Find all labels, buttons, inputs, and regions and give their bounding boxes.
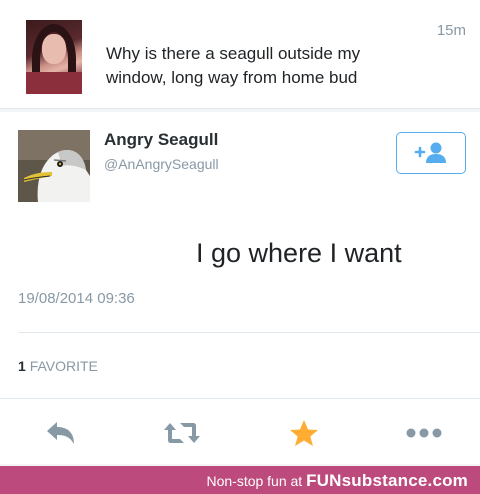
divider <box>0 398 480 399</box>
reply-tweet-time: 15m <box>436 22 466 39</box>
user-avatar[interactable] <box>26 20 82 94</box>
avatar-shirt <box>26 72 82 94</box>
footer-brand: FUNsubstance.com <box>306 471 468 490</box>
follow-button[interactable] <box>396 132 466 174</box>
tweet-timestamp: 19/08/2014 09:36 <box>18 290 135 307</box>
tweet-text: I go where I want <box>196 238 402 268</box>
display-name[interactable]: Angry Seagull <box>104 130 218 150</box>
reply-tweet-text: Why is there a seagull outside my window… <box>106 44 361 87</box>
divider <box>18 332 480 333</box>
retweet-icon <box>164 423 200 443</box>
favorite-count-label: FAVORITE <box>29 358 98 374</box>
reply-arrow-icon <box>47 422 74 444</box>
footer-text: Non-stop fun at FUNsubstance.com <box>206 471 468 491</box>
main-tweet: Angry Seagull @AnAngrySeagull I go where… <box>0 112 480 464</box>
favorite-button[interactable] <box>284 418 324 448</box>
seagull-icon <box>18 130 90 202</box>
user-handle[interactable]: @AnAngrySeagull <box>104 156 219 172</box>
retweet-button[interactable] <box>162 418 202 448</box>
favorites-count[interactable]: 1 FAVORITE <box>18 358 98 374</box>
more-button[interactable] <box>404 418 444 448</box>
add-user-icon <box>414 142 446 163</box>
reply-button[interactable] <box>40 418 80 448</box>
star-icon <box>290 420 318 446</box>
seagull-avatar[interactable] <box>18 130 90 202</box>
footer-tagline: Non-stop fun at <box>206 473 303 489</box>
watermark-footer: Non-stop fun at FUNsubstance.com <box>0 466 480 494</box>
more-dots-icon <box>406 428 442 438</box>
favorite-count-number: 1 <box>18 358 26 374</box>
reply-tweet[interactable]: Why is there a seagull outside my window… <box>0 0 480 109</box>
avatar-face <box>42 34 66 64</box>
